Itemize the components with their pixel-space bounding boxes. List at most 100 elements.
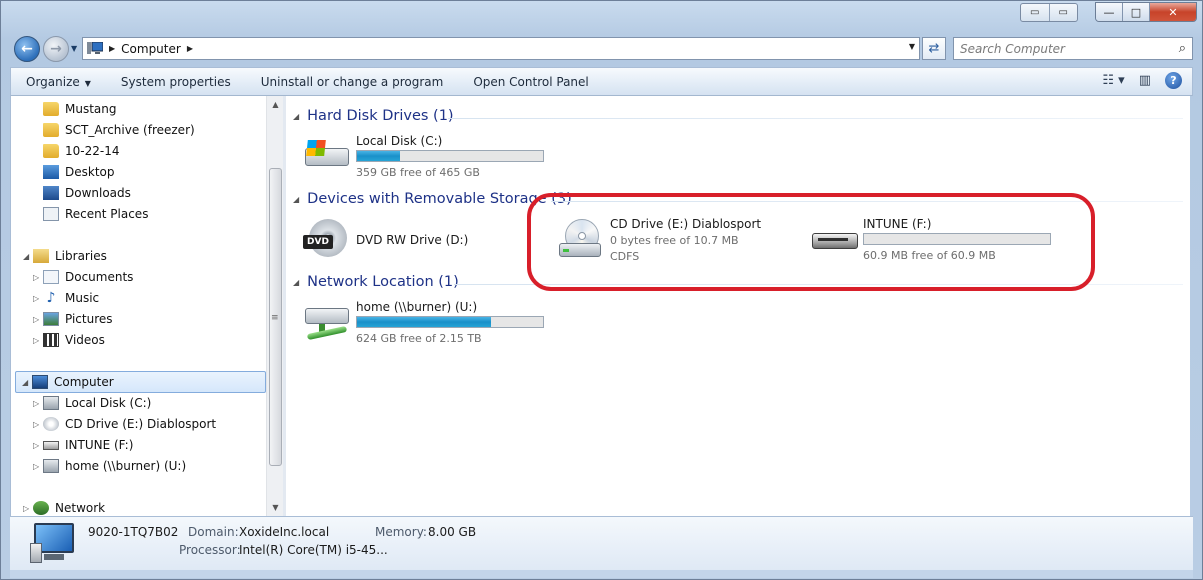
usb-drive-icon [810, 217, 858, 263]
nav-item-sct-archive[interactable]: SCT_Archive (freezer) [43, 120, 195, 140]
drive-free-space: 0 bytes free of 10.7 MB [610, 234, 739, 247]
nav-item-label: CD Drive (E:) Diablosport [65, 417, 217, 431]
group-header-hard-disk-drives[interactable]: ◢ Hard Disk Drives (1) [293, 108, 454, 124]
system-properties-button[interactable]: System properties [106, 75, 246, 89]
nav-item-label: Local Disk (C:) [65, 396, 152, 410]
collapsed-arrow-icon[interactable]: ▷ [33, 294, 43, 303]
change-view-icon[interactable]: ☷ ▾ [1102, 73, 1124, 88]
expanded-arrow-icon[interactable]: ◢ [22, 378, 32, 387]
drive-tile-cd-drive-e[interactable]: CD Drive (E:) Diablosport 0 bytes free o… [557, 217, 777, 269]
toolbar-right: ☷ ▾ ▥ ? [1102, 72, 1182, 89]
pictures-icon [43, 312, 59, 326]
nav-item-local-disk-c[interactable]: ▷ Local Disk (C:) [33, 393, 151, 413]
nav-item-libraries[interactable]: ◢ Libraries [23, 246, 107, 266]
minimize-button[interactable]: — [1096, 3, 1123, 21]
scroll-up-icon[interactable]: ▲ [267, 96, 284, 113]
nav-item-mustang[interactable]: Mustang [43, 99, 117, 119]
address-dropdown-icon[interactable]: ▼ [909, 42, 915, 51]
collapsed-arrow-icon[interactable]: ▷ [33, 420, 43, 429]
address-bar[interactable]: ▶ Computer ▶ ▼ [82, 37, 920, 60]
recent-pages-dropdown-icon[interactable]: ▼ [71, 44, 77, 53]
capacity-bar [863, 233, 1051, 245]
group-header-removable-storage[interactable]: ◢ Devices with Removable Storage (3) [293, 191, 572, 207]
nav-item-music[interactable]: ▷ ♪ Music [33, 288, 99, 308]
group-header-network-location[interactable]: ◢ Network Location (1) [293, 274, 459, 290]
nav-item-label: Pictures [65, 312, 113, 326]
open-control-panel-button[interactable]: Open Control Panel [458, 75, 603, 89]
nav-item-network[interactable]: ▷ Network [23, 498, 105, 516]
preview-pane-icon[interactable]: ▥ [1139, 73, 1151, 88]
maximize-button[interactable]: □ [1123, 3, 1150, 21]
grip-icon: ≡ [271, 313, 279, 323]
documents-icon [43, 270, 59, 284]
collapsed-arrow-icon[interactable]: ▷ [23, 504, 33, 513]
capacity-bar [356, 316, 544, 328]
nav-item-computer[interactable]: ◢ Computer [15, 371, 266, 393]
command-bar: Organize ▼ System properties Uninstall or… [10, 67, 1193, 96]
refresh-icon: ⇄ [928, 41, 940, 56]
drive-name: Local Disk (C:) [356, 134, 443, 148]
chevron-right-icon[interactable]: ▶ [187, 44, 193, 53]
nav-item-home-u[interactable]: ▷ home (\\burner) (U:) [33, 456, 186, 476]
collapsed-arrow-icon[interactable]: ▷ [33, 462, 43, 471]
search-icon[interactable]: ⌕ [1179, 41, 1186, 56]
search-box[interactable]: ⌕ [953, 37, 1193, 60]
dvd-drive-icon: DVD [303, 217, 351, 263]
drive-tile-home-u[interactable]: home (\\burner) (U:) 624 GB free of 2.15… [303, 300, 563, 352]
expanded-arrow-icon[interactable]: ◢ [23, 252, 33, 261]
window-bottom-border [10, 570, 1193, 578]
forward-button[interactable]: → [43, 36, 69, 62]
nav-item-intune-f[interactable]: ▷ INTUNE (F:) [33, 435, 133, 455]
folder-icon [43, 123, 59, 137]
network-icon [33, 501, 49, 515]
snap-left-icon[interactable]: ▭ [1021, 4, 1049, 21]
nav-item-recent-places[interactable]: Recent Places [43, 204, 148, 224]
nav-item-label: Music [65, 291, 100, 305]
help-icon[interactable]: ? [1165, 72, 1182, 89]
organize-button[interactable]: Organize ▼ [11, 75, 106, 89]
drive-tile-dvd-rw-d[interactable]: DVD DVD RW Drive (D:) [303, 217, 523, 269]
drive-file-system: CDFS [610, 250, 640, 263]
expanded-arrow-icon: ◢ [293, 194, 300, 204]
collapsed-arrow-icon[interactable]: ▷ [33, 441, 43, 450]
collapsed-arrow-icon[interactable]: ▷ [33, 273, 43, 282]
expanded-arrow-icon: ◢ [293, 277, 300, 287]
libraries-icon [33, 249, 49, 263]
recent-places-icon [43, 207, 59, 221]
nav-item-downloads[interactable]: Downloads [43, 183, 131, 203]
close-button[interactable]: ✕ [1150, 3, 1196, 21]
drive-tile-intune-f[interactable]: INTUNE (F:) 60.9 MB free of 60.9 MB [810, 217, 1060, 269]
refresh-button[interactable]: ⇄ [922, 37, 946, 60]
nav-item-cd-drive-e[interactable]: ▷ CD Drive (E:) Diablosport [33, 414, 216, 434]
nav-item-videos[interactable]: ▷ Videos [33, 330, 105, 350]
group-header-label: Devices with Removable Storage (3) [307, 191, 572, 207]
computer-icon [87, 42, 103, 54]
collapsed-arrow-icon[interactable]: ▷ [33, 315, 43, 324]
scroll-down-icon[interactable]: ▼ [267, 499, 284, 516]
back-button[interactable]: ← [14, 36, 40, 62]
details-pane: 9020-1TQ7B02 Domain: XoxideInc.local Mem… [10, 516, 1193, 570]
collapsed-arrow-icon[interactable]: ▷ [33, 399, 43, 408]
computer-icon [32, 375, 48, 389]
organize-label: Organize [26, 74, 80, 89]
nav-item-documents[interactable]: ▷ Documents [33, 267, 133, 287]
nav-item-label: Downloads [65, 186, 131, 200]
chevron-right-icon[interactable]: ▶ [109, 44, 115, 53]
capacity-bar [356, 150, 544, 162]
folder-icon [43, 102, 59, 116]
drive-tile-local-disk-c[interactable]: Local Disk (C:) 359 GB free of 465 GB [303, 134, 563, 186]
computer-name: 9020-1TQ7B02 [88, 525, 179, 539]
breadcrumb-computer[interactable]: Computer [121, 42, 181, 56]
navigation-scrollbar[interactable]: ▲ ≡ ▼ [266, 96, 283, 516]
nav-item-10-22-14[interactable]: 10-22-14 [43, 141, 119, 161]
collapsed-arrow-icon[interactable]: ▷ [33, 336, 43, 345]
caption-buttons: — □ ✕ [1095, 2, 1197, 22]
music-icon: ♪ [46, 290, 56, 306]
uninstall-program-button[interactable]: Uninstall or change a program [246, 75, 459, 89]
search-input[interactable] [960, 41, 1172, 56]
nav-item-desktop[interactable]: Desktop [43, 162, 115, 182]
nav-item-pictures[interactable]: ▷ Pictures [33, 309, 113, 329]
domain-label: Domain: [188, 525, 239, 539]
snap-right-icon[interactable]: ▭ [1048, 4, 1078, 21]
nav-item-label: Recent Places [65, 207, 149, 221]
